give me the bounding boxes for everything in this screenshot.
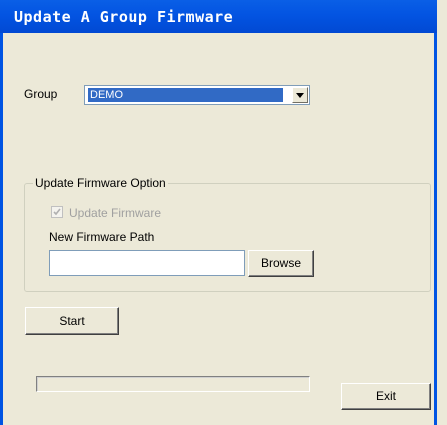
checkmark-icon [53,208,61,216]
exit-button[interactable]: Exit [341,383,431,410]
firmware-option-legend: Update Firmware Option [33,176,168,190]
group-select[interactable]: DEMO [84,85,310,105]
group-dropdown-button[interactable] [292,87,308,103]
start-button[interactable]: Start [25,307,119,335]
update-firmware-label: Update Firmware [69,206,162,220]
browse-button[interactable]: Browse [248,250,314,277]
update-firmware-checkbox[interactable] [51,206,63,218]
window-title: Update A Group Firmware [14,8,234,26]
firmware-path-label: New Firmware Path [49,230,155,244]
chevron-down-icon [296,93,304,98]
title-bar[interactable]: Update A Group Firmware [0,0,437,33]
firmware-path-input[interactable] [49,250,245,276]
group-select-value: DEMO [88,88,283,102]
group-label: Group [24,87,58,101]
progress-bar [36,376,310,392]
